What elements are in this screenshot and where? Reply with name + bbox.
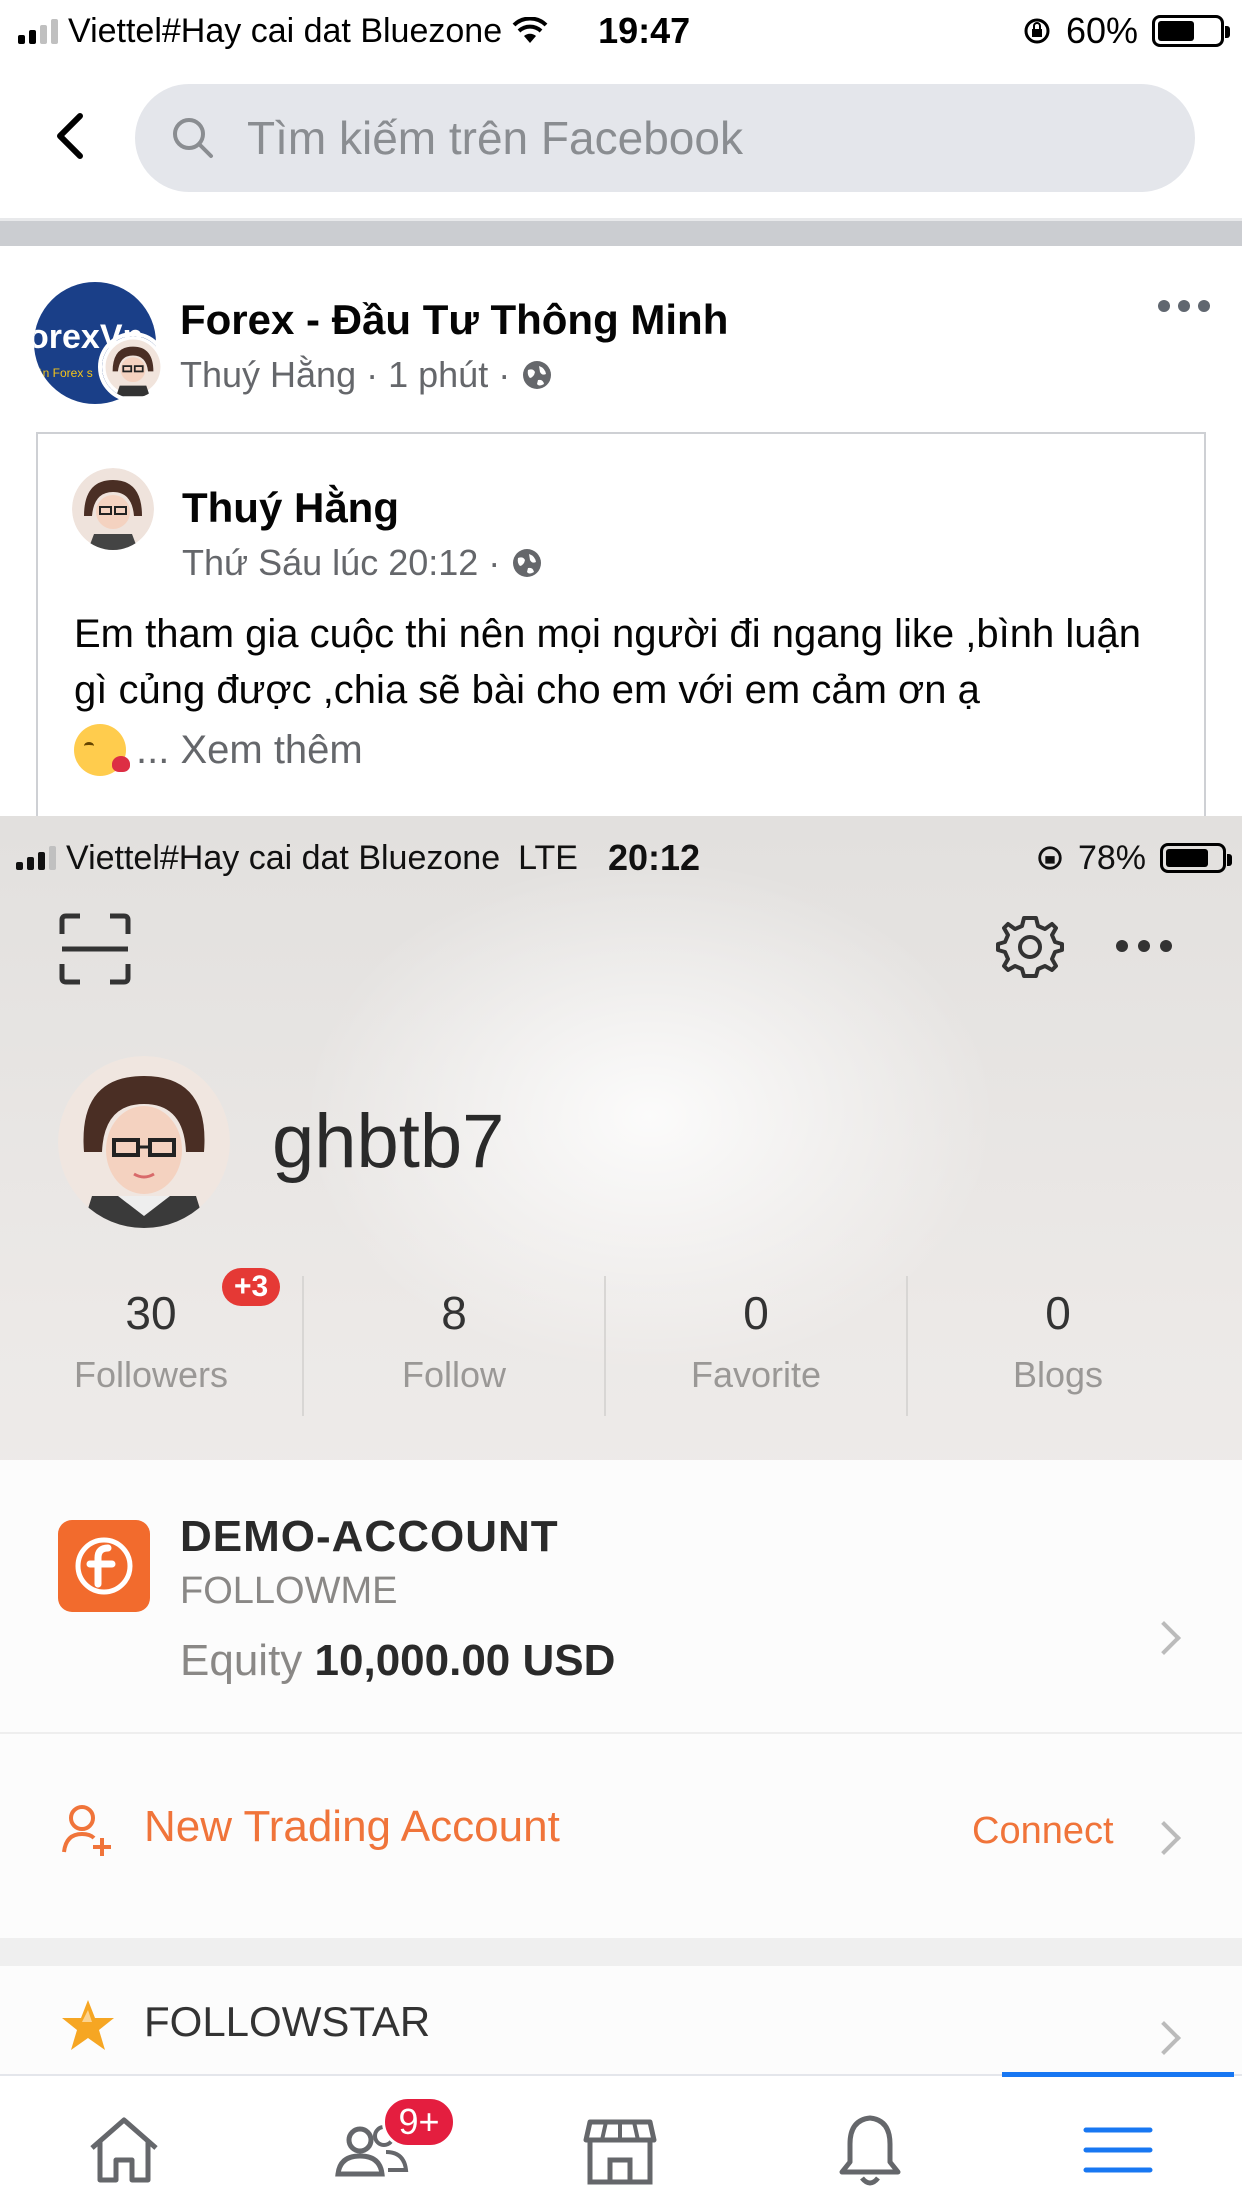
see-more-row: ... Xem thêm xyxy=(74,724,363,776)
stat-favorite[interactable]: 0 Favorite xyxy=(604,1276,906,1416)
battery-icon xyxy=(1152,15,1230,47)
meta-separator: · xyxy=(488,542,501,583)
notifications-icon[interactable] xyxy=(830,2110,910,2190)
status-time: 19:47 xyxy=(598,10,691,51)
screenshot-time: 20:12 xyxy=(607,837,701,878)
scan-icon[interactable] xyxy=(58,912,132,986)
stat-follow[interactable]: 8 Follow xyxy=(302,1276,604,1416)
screenshot-carrier: Viettel#Hay cai dat Bluezone xyxy=(66,838,501,877)
shared-post-card[interactable]: Thuý Hằng Thứ Sáu lúc 20:12 · Em tham gi… xyxy=(36,432,1206,832)
search-input[interactable]: Tìm kiếm trên Facebook xyxy=(135,84,1195,192)
followstar-item[interactable]: FOLLOWSTAR xyxy=(144,1998,430,2046)
marketplace-icon[interactable] xyxy=(580,2110,660,2190)
author-mini-avatar[interactable] xyxy=(98,332,168,402)
new-trading-account-button[interactable]: New Trading Account xyxy=(144,1802,560,1852)
divider xyxy=(0,1732,1242,1734)
account-title[interactable]: DEMO-ACCOUNT xyxy=(180,1512,559,1562)
menu-icon[interactable] xyxy=(1078,2110,1158,2190)
section-gap xyxy=(0,1938,1242,1966)
rotation-lock-icon xyxy=(1038,846,1062,870)
stat-blogs[interactable]: 0 Blogs xyxy=(906,1276,1208,1416)
friends-badge: 9+ xyxy=(382,2096,456,2148)
signal-icon xyxy=(18,18,58,44)
bottom-nav: 9+ xyxy=(0,2072,1242,2208)
shared-post-time[interactable]: Thứ Sáu lúc 20:12 xyxy=(182,542,478,584)
shared-author-name[interactable]: Thuý Hằng xyxy=(182,484,399,532)
post-meta: Thuý Hằng · 1 phút · xyxy=(180,354,554,396)
stat-label: Follow xyxy=(401,1354,507,1395)
connect-button[interactable]: Connect xyxy=(972,1810,1114,1853)
section-divider xyxy=(0,218,1242,246)
screenshot-battery-percent: 78% xyxy=(1077,838,1146,877)
search-placeholder: Tìm kiếm trên Facebook xyxy=(247,112,743,164)
account-broker: FOLLOWME xyxy=(180,1570,398,1612)
screenshot-more-button[interactable] xyxy=(1116,940,1172,952)
account-equity: Equity 10,000.00 USD xyxy=(180,1636,615,1686)
equity-value: 10,000.00 USD xyxy=(314,1636,616,1685)
stat-value: 0 xyxy=(743,1287,769,1339)
equity-label: Equity xyxy=(180,1636,303,1685)
profile-avatar[interactable] xyxy=(58,1056,230,1228)
screenshot-status-bar: Viettel#Hay cai dat Bluezone LTE 20:12 7… xyxy=(16,828,1232,888)
stat-label: Favorite xyxy=(690,1354,822,1395)
active-tab-indicator xyxy=(1002,2072,1234,2077)
add-user-icon xyxy=(62,1805,111,1856)
gear-icon[interactable] xyxy=(996,912,1064,980)
star-icon xyxy=(62,2000,114,2050)
search-icon xyxy=(173,118,213,158)
group-logo-subtext: ần Forex s xyxy=(36,366,93,380)
battery-percent: 60% xyxy=(1065,10,1138,51)
shared-post-text: Em tham gia cuộc thi nên mọi người đi ng… xyxy=(74,612,1141,712)
chevron-right-icon[interactable] xyxy=(1147,1821,1181,1855)
stat-value: 0 xyxy=(1045,1287,1071,1339)
post-author[interactable]: Thuý Hằng xyxy=(180,354,356,396)
globe-icon xyxy=(513,549,542,577)
stat-value: 8 xyxy=(441,1287,467,1339)
kiss-emoji-icon xyxy=(74,724,130,776)
chevron-right-icon[interactable] xyxy=(1147,2021,1181,2055)
shared-post-meta: Thứ Sáu lúc 20:12 · xyxy=(182,542,544,584)
back-arrow-icon xyxy=(57,113,83,159)
home-icon[interactable] xyxy=(84,2110,164,2190)
meta-separator: · xyxy=(498,354,511,395)
post-time[interactable]: 1 phút xyxy=(388,354,488,396)
screenshot-network: LTE xyxy=(518,838,578,877)
status-bar: Viettel#Hay cai dat Bluezone 19:47 60% xyxy=(0,0,1242,62)
followers-new-badge: +3 xyxy=(222,1268,281,1306)
battery-icon xyxy=(1160,843,1232,873)
search-header: Tìm kiếm trên Facebook xyxy=(0,80,1242,192)
chevron-right-icon[interactable] xyxy=(1147,1621,1181,1655)
group-name[interactable]: Forex - Đầu Tư Thông Minh xyxy=(180,296,728,344)
wifi-icon xyxy=(512,17,548,43)
rotation-lock-icon xyxy=(1024,18,1050,44)
meta-separator: · xyxy=(366,354,379,395)
carrier-name: Viettel#Hay cai dat Bluezone xyxy=(68,11,503,50)
followme-logo-icon xyxy=(58,1520,150,1612)
stat-label: Followers xyxy=(73,1354,229,1395)
back-button[interactable] xyxy=(30,96,110,176)
see-more-link[interactable]: ... Xem thêm xyxy=(136,728,363,773)
shared-author-avatar[interactable] xyxy=(72,468,154,550)
profile-stats: 30 Followers 8 Follow 0 Favorite 0 Blogs xyxy=(0,1276,1242,1416)
profile-username: ghbtb7 xyxy=(272,1099,505,1184)
embedded-screenshot[interactable]: Viettel#Hay cai dat Bluezone LTE 20:12 7… xyxy=(0,816,1242,2074)
post-more-button[interactable] xyxy=(1158,300,1210,312)
account-section: DEMO-ACCOUNT FOLLOWME Equity 10,000.00 U… xyxy=(0,1460,1242,2074)
globe-icon xyxy=(523,361,552,389)
signal-icon xyxy=(16,846,56,870)
stat-label: Blogs xyxy=(1012,1354,1104,1395)
post-header: orexVn ần Forex s Forex - Đầu Tư Thông M… xyxy=(0,270,1242,420)
